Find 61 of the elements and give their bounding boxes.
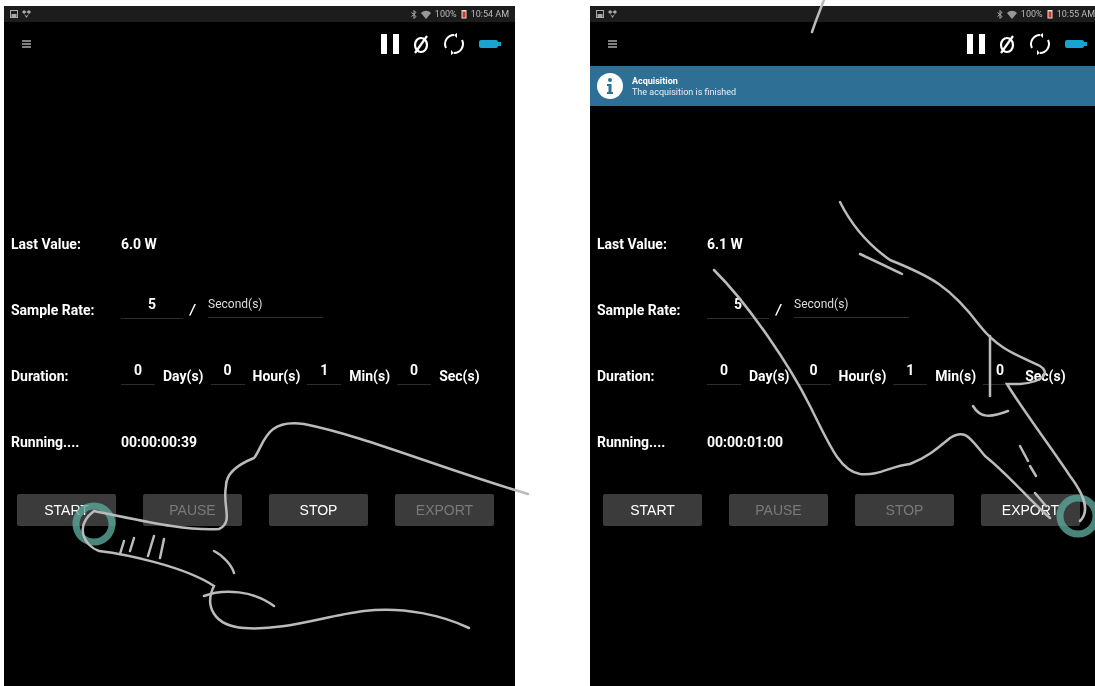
bluetooth-icon xyxy=(996,9,1003,19)
menu-icon[interactable] xyxy=(22,40,31,48)
field-label: Running.... xyxy=(597,434,667,450)
image-icon xyxy=(596,10,604,18)
elapsed-time: 00:00:00:39 xyxy=(121,434,198,450)
duration-field[interactable]: 0 xyxy=(796,361,831,385)
wifi-icon xyxy=(420,9,431,19)
status-time: 10:54 AM xyxy=(470,9,509,19)
dropbox-icon xyxy=(608,10,617,18)
duration-field[interactable]: 0 xyxy=(397,361,432,385)
battery-percent: 100% xyxy=(1020,9,1043,19)
duration-field[interactable]: 0 xyxy=(121,361,155,385)
banner-message: The acquisition is finished xyxy=(632,86,737,97)
wifi-icon xyxy=(1006,9,1017,19)
slashed-circle-icon[interactable] xyxy=(413,34,429,54)
unit-label: Hour(s) xyxy=(252,368,301,384)
duration-field[interactable]: 0 xyxy=(707,361,741,385)
duration-field[interactable]: 0 xyxy=(983,361,1018,385)
action-button[interactable]: START xyxy=(603,494,702,526)
unit-dropdown[interactable]: Second(s) xyxy=(794,296,910,318)
field-label: Sample Rate: xyxy=(11,302,96,318)
banner-title: Acquisition xyxy=(632,75,679,86)
refresh-icon[interactable] xyxy=(443,33,465,55)
duration-field[interactable]: 0 xyxy=(210,361,245,385)
duration-field[interactable]: 1 xyxy=(893,361,928,385)
battery-icon xyxy=(460,9,467,19)
separator: / xyxy=(776,302,782,318)
separator: / xyxy=(190,302,196,318)
unit-label: Day(s) xyxy=(749,368,790,384)
image-icon xyxy=(10,10,18,18)
info-icon xyxy=(596,72,624,100)
battery-icon[interactable] xyxy=(479,39,501,49)
battery-percent: 100% xyxy=(434,9,457,19)
duration-field[interactable]: 1 xyxy=(307,361,342,385)
last-value: 6.0 W xyxy=(121,236,157,252)
unit-label: Min(s) xyxy=(349,368,391,384)
pause-icon[interactable] xyxy=(967,34,985,54)
menu-icon[interactable] xyxy=(608,40,617,48)
field-label: Duration: xyxy=(597,368,656,384)
refresh-icon[interactable] xyxy=(1029,33,1051,55)
battery-icon xyxy=(1046,9,1053,19)
dropbox-icon xyxy=(22,10,31,18)
status-time: 10:55 AM xyxy=(1056,9,1095,19)
action-button[interactable]: STOP xyxy=(269,494,368,526)
unit-label: Min(s) xyxy=(935,368,977,384)
elapsed-time: 00:00:01:00 xyxy=(707,434,784,450)
unit-label: Hour(s) xyxy=(838,368,887,384)
field-label: Running.... xyxy=(11,434,81,450)
unit-dropdown[interactable]: Second(s) xyxy=(208,296,324,318)
last-value: 6.1 W xyxy=(707,236,743,252)
slashed-circle-icon[interactable] xyxy=(999,34,1015,54)
field-label: Duration: xyxy=(11,368,70,384)
field-label: Last Value: xyxy=(11,236,82,252)
pause-icon[interactable] xyxy=(381,34,399,54)
battery-icon[interactable] xyxy=(1065,39,1087,49)
unit-label: Day(s) xyxy=(163,368,204,384)
field-label: Sample Rate: xyxy=(597,302,682,318)
bluetooth-icon xyxy=(410,9,417,19)
unit-label: Sec(s) xyxy=(439,368,480,384)
sample-rate-field[interactable]: 5 xyxy=(121,295,183,319)
field-label: Last Value: xyxy=(597,236,668,252)
